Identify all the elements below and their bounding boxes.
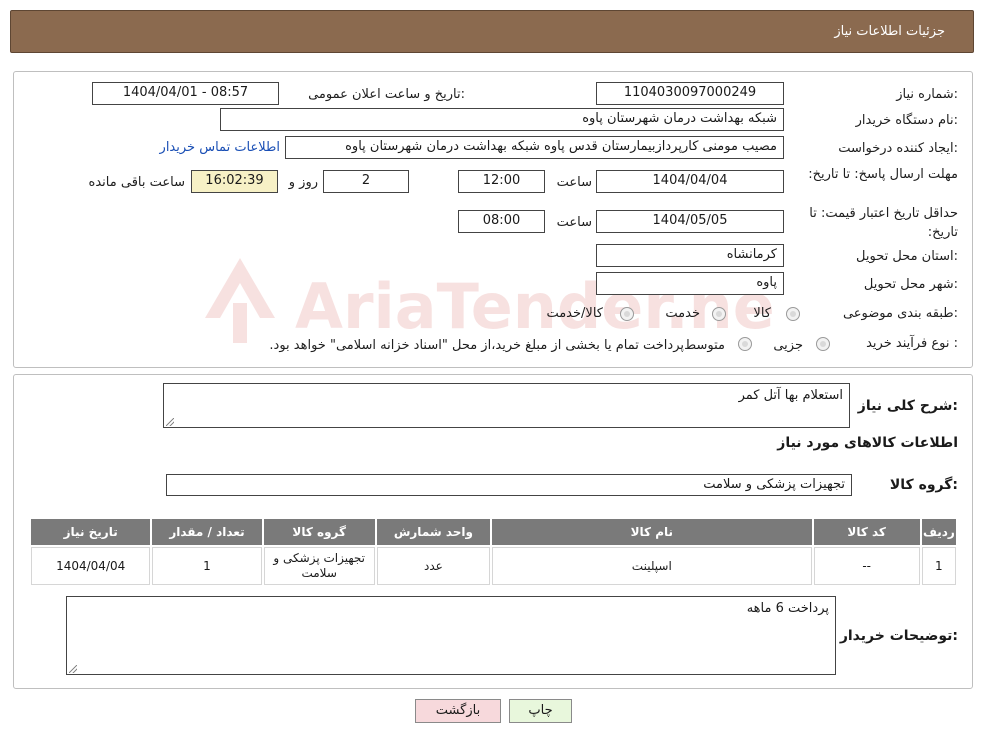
deadline-date-field: 1404/04/04 (596, 170, 784, 193)
general-description-text: استعلام بها آتل کمر (738, 388, 843, 403)
buyer-org-field: شبکه بهداشت درمان شهرستان پاوه (220, 108, 784, 131)
validity-time-label: ساعت (556, 215, 592, 230)
col-header-need-date: تاریخ نیاز (31, 519, 151, 545)
resize-grip-icon[interactable] (166, 418, 174, 426)
buyer-org-label: نام دستگاه خریدار: (855, 113, 958, 128)
announce-date-label: تاریخ و ساعت اعلان عمومی: (308, 87, 465, 102)
delivery-city-label: شهر محل تحویل: (863, 277, 958, 292)
col-header-row: ردیف (921, 519, 956, 545)
cell-row-number: 1 (921, 547, 956, 585)
days-label: روز و (288, 175, 318, 190)
deadline-time-label: ساعت (556, 175, 592, 190)
purchase-process-label: نوع فرآیند خرید : (866, 336, 958, 351)
table-row: 1 -- اسپلینت عدد تجهیزات پزشکی و سلامت 1… (31, 547, 956, 585)
deadline-time-field: 12:00 (458, 170, 545, 193)
cell-goods-code: -- (813, 547, 920, 585)
resize-grip-icon[interactable] (69, 665, 77, 673)
request-creator-field: مصیب مومنی کارپردازبیمارستان قدس پاوه شب… (285, 136, 784, 159)
category-goods-service-label: کالا/خدمت (546, 306, 603, 321)
delivery-province-field: کرمانشاه (596, 244, 784, 267)
price-validity-label: حداقل تاریخ اعتبار قیمت: تا تاریخ: (809, 206, 958, 240)
announce-date-field: 1404/04/01 - 08:57 (92, 82, 279, 105)
goods-info-title: اطلاعات کالاهای مورد نیاز (777, 435, 958, 451)
col-header-group: گروه کالا (263, 519, 375, 545)
col-header-unit: واحد شمارش (376, 519, 491, 545)
col-header-name: نام کالا (492, 519, 812, 545)
general-description-field[interactable]: استعلام بها آتل کمر (163, 383, 850, 428)
category-goods-label: کالا (753, 306, 771, 321)
category-radio-goods[interactable] (786, 307, 800, 321)
remaining-time-field: 16:02:39 (191, 170, 278, 193)
category-radio-service[interactable] (712, 307, 726, 321)
validity-date-field: 1404/05/05 (596, 210, 784, 233)
page-header: جزئیات اطلاعات نیاز (10, 10, 974, 53)
process-minor-label: جزیی (773, 338, 803, 353)
delivery-province-label: استان محل تحویل: (856, 249, 958, 264)
remaining-time-label: ساعت باقی مانده (88, 175, 185, 190)
goods-table-header-row: ردیف کد کالا نام کالا واحد شمارش گروه کا… (31, 519, 956, 545)
process-radio-medium[interactable] (738, 337, 752, 351)
general-description-label: شرح کلی نیاز: (857, 398, 958, 414)
buyer-notes-label: توضیحات خریدار: (839, 628, 958, 644)
request-creator-label: ایجاد کننده درخواست: (838, 141, 958, 156)
print-button[interactable]: چاپ (509, 699, 572, 723)
col-header-code: کد کالا (813, 519, 920, 545)
cell-quantity: 1 (152, 547, 262, 585)
col-header-quantity: تعداد / مقدار (152, 519, 262, 545)
category-service-label: خدمت (665, 306, 700, 321)
process-payment-note: پرداخت تمام یا بخشی از مبلغ خرید،از محل … (269, 338, 684, 353)
goods-group-field: تجهیزات پزشکی و سلامت (166, 474, 852, 496)
page-title: جزئیات اطلاعات نیاز (834, 24, 945, 39)
buyer-notes-field[interactable]: پرداخت 6 ماهه (66, 596, 836, 675)
subject-category-label: طبقه بندی موضوعی: (842, 306, 958, 321)
process-medium-label: متوسط (684, 338, 725, 353)
buyer-notes-text: پرداخت 6 ماهه (746, 601, 829, 616)
category-radio-goods-service[interactable] (620, 307, 634, 321)
cell-need-date: 1404/04/04 (31, 547, 151, 585)
process-radio-minor[interactable] (816, 337, 830, 351)
delivery-city-field: پاوه (596, 272, 784, 295)
need-number-label: شماره نیاز: (896, 87, 958, 102)
buyer-contact-link[interactable]: اطلاعات تماس خریدار (160, 140, 280, 155)
cell-goods-group: تجهیزات پزشکی و سلامت (263, 547, 375, 585)
goods-group-label: گروه کالا: (889, 477, 958, 493)
back-button[interactable]: بازگشت (415, 699, 501, 723)
goods-table-wrapper: ردیف کد کالا نام کالا واحد شمارش گروه کا… (29, 517, 958, 587)
validity-time-field: 08:00 (458, 210, 545, 233)
response-deadline-label: مهلت ارسال پاسخ: تا تاریخ: (808, 167, 958, 182)
cell-goods-name: اسپلینت (492, 547, 812, 585)
cell-unit: عدد (376, 547, 491, 585)
remaining-days-field: 2 (323, 170, 409, 193)
need-number-field: 1104030097000249 (596, 82, 784, 105)
goods-table: ردیف کد کالا نام کالا واحد شمارش گروه کا… (29, 517, 958, 587)
